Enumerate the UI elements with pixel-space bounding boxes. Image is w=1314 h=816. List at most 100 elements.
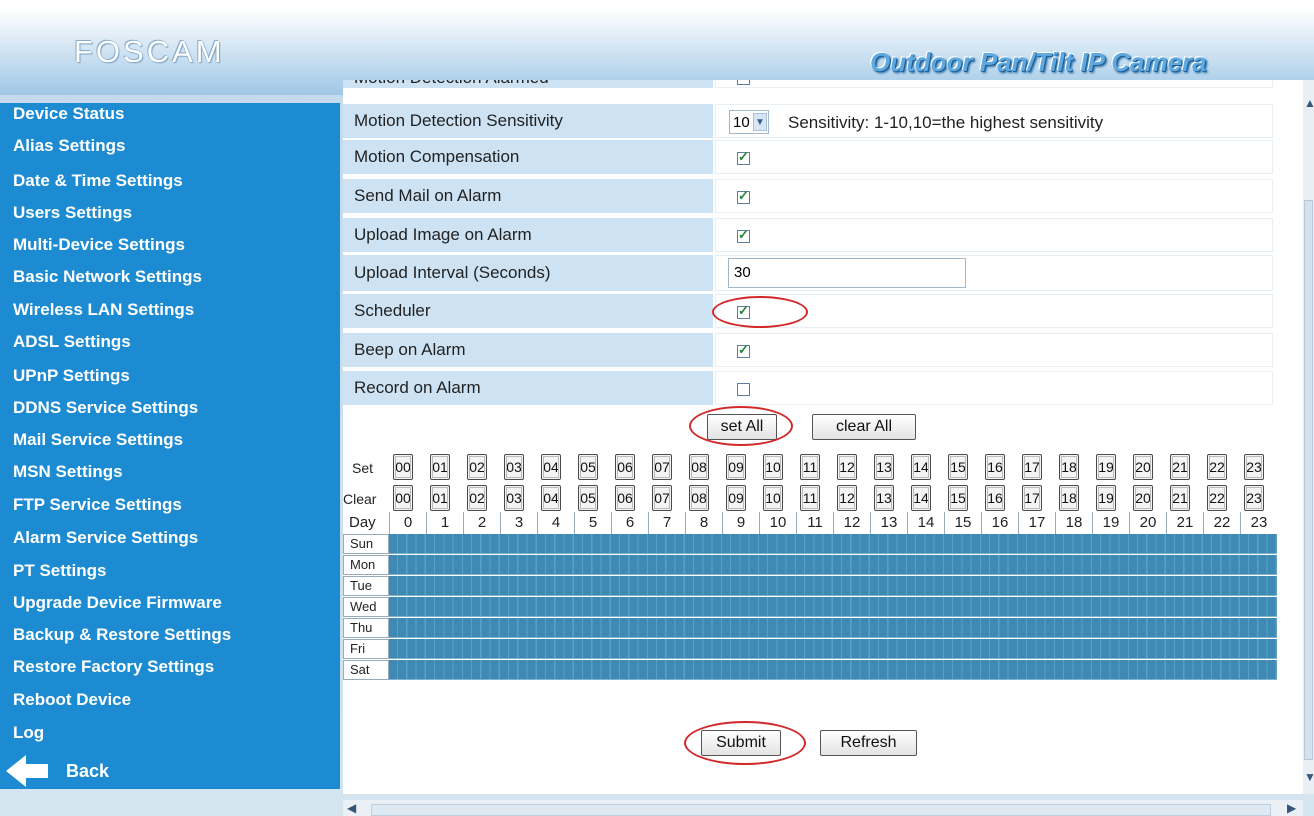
set-hour-button[interactable]: 21 <box>1170 454 1190 480</box>
sidebar-item-basic-network-settings[interactable]: Basic Network Settings <box>0 266 340 297</box>
day-schedule-cells[interactable] <box>389 618 1277 638</box>
clear-hour-button[interactable]: 01 <box>430 485 450 511</box>
clear-hour-button[interactable]: 15 <box>948 485 968 511</box>
set-hour-button[interactable]: 04 <box>541 454 561 480</box>
clear-hour-button[interactable]: 11 <box>800 485 820 511</box>
day-schedule-cells[interactable] <box>389 555 1277 575</box>
vertical-scroll-thumb[interactable] <box>1304 200 1313 760</box>
row-label: Upload Interval (Seconds) <box>343 255 713 291</box>
sidebar-item-restore-factory[interactable]: Restore Factory Settings <box>0 656 340 687</box>
vertical-scrollbar[interactable]: ▲ ▼ <box>1303 80 1314 794</box>
sidebar-item-adsl-settings[interactable]: ADSL Settings <box>0 331 340 362</box>
day-schedule-cells[interactable] <box>389 639 1277 659</box>
set-hour-button[interactable]: 10 <box>763 454 783 480</box>
set-hour-button[interactable]: 03 <box>504 454 524 480</box>
sidebar-item-multi-device-settings[interactable]: Multi-Device Settings <box>0 234 340 265</box>
set-hour-button[interactable]: 15 <box>948 454 968 480</box>
sidebar-item-reboot-device[interactable]: Reboot Device <box>0 689 340 720</box>
checkbox[interactable] <box>737 80 750 85</box>
upload-image-checkbox[interactable] <box>737 227 750 243</box>
scroll-down-icon[interactable]: ▼ <box>1304 770 1314 784</box>
clear-hour-button[interactable]: 03 <box>504 485 524 511</box>
sidebar-item-date-time-settings[interactable]: Date & Time Settings <box>0 170 340 201</box>
back-button[interactable]: Back <box>6 754 109 788</box>
refresh-button[interactable]: Refresh <box>820 730 917 756</box>
clear-hour-button[interactable]: 17 <box>1022 485 1042 511</box>
sensitivity-select[interactable]: 10 ▼ <box>729 110 769 134</box>
set-hour-button[interactable]: 22 <box>1207 454 1227 480</box>
set-hour-button[interactable]: 05 <box>578 454 598 480</box>
hour-header-cell: 0 <box>389 512 426 534</box>
scroll-up-icon[interactable]: ▲ <box>1304 96 1314 110</box>
set-hour-button[interactable]: 02 <box>467 454 487 480</box>
set-hour-button[interactable]: 17 <box>1022 454 1042 480</box>
horizontal-scroll-thumb[interactable] <box>371 804 1271 816</box>
clear-hour-button[interactable]: 20 <box>1133 485 1153 511</box>
set-hour-button[interactable]: 13 <box>874 454 894 480</box>
set-hour-button[interactable]: 20 <box>1133 454 1153 480</box>
chevron-down-icon[interactable]: ▼ <box>753 113 767 131</box>
sidebar-item-backup-restore[interactable]: Backup & Restore Settings <box>0 624 340 655</box>
scroll-right-icon[interactable]: ▶ <box>1287 801 1296 815</box>
set-hour-button[interactable]: 19 <box>1096 454 1116 480</box>
day-label: Mon <box>343 555 389 575</box>
send-mail-checkbox[interactable] <box>737 188 750 204</box>
motion-compensation-checkbox[interactable] <box>737 149 750 165</box>
set-hour-button[interactable]: 16 <box>985 454 1005 480</box>
clear-hour-button[interactable]: 21 <box>1170 485 1190 511</box>
clear-hour-button[interactable]: 14 <box>911 485 931 511</box>
set-hour-button[interactable]: 01 <box>430 454 450 480</box>
day-schedule-cells[interactable] <box>389 660 1277 680</box>
clear-all-button[interactable]: clear All <box>812 414 916 440</box>
sidebar-item-ddns-service-settings[interactable]: DDNS Service Settings <box>0 397 340 428</box>
day-schedule-cells[interactable] <box>389 576 1277 596</box>
sidebar-item-upgrade-firmware[interactable]: Upgrade Device Firmware <box>0 592 340 623</box>
set-hour-button[interactable]: 12 <box>837 454 857 480</box>
sidebar-item-device-status[interactable]: Device Status <box>0 103 340 134</box>
set-hour-button[interactable]: 06 <box>615 454 635 480</box>
clear-hour-button[interactable]: 13 <box>874 485 894 511</box>
clear-hour-button[interactable]: 18 <box>1059 485 1079 511</box>
upload-interval-input[interactable]: 30 <box>728 258 966 288</box>
clear-hour-button[interactable]: 02 <box>467 485 487 511</box>
sidebar-item-alarm-service-settings[interactable]: Alarm Service Settings <box>0 527 340 558</box>
set-hour-button[interactable]: 00 <box>393 454 413 480</box>
row-value <box>715 333 1273 367</box>
clear-hour-button[interactable]: 10 <box>763 485 783 511</box>
sidebar-item-mail-service-settings[interactable]: Mail Service Settings <box>0 429 340 460</box>
highlight-set-all-ellipse <box>689 406 793 446</box>
sidebar-item-users-settings[interactable]: Users Settings <box>0 202 340 233</box>
clear-hour-button[interactable]: 08 <box>689 485 709 511</box>
sidebar-item-pt-settings[interactable]: PT Settings <box>0 560 340 591</box>
set-hour-button[interactable]: 18 <box>1059 454 1079 480</box>
clear-hour-button[interactable]: 16 <box>985 485 1005 511</box>
clear-hour-button[interactable]: 23 <box>1244 485 1264 511</box>
beep-checkbox[interactable] <box>737 342 750 358</box>
set-hour-button[interactable]: 14 <box>911 454 931 480</box>
set-hour-button[interactable]: 11 <box>800 454 820 480</box>
record-checkbox[interactable] <box>737 383 750 396</box>
set-hour-button[interactable]: 23 <box>1244 454 1264 480</box>
sidebar-item-upnp-settings[interactable]: UPnP Settings <box>0 365 340 396</box>
set-hour-button[interactable]: 08 <box>689 454 709 480</box>
sidebar-item-ftp-service-settings[interactable]: FTP Service Settings <box>0 494 340 525</box>
clear-hour-button[interactable]: 07 <box>652 485 672 511</box>
clear-hour-button[interactable]: 22 <box>1207 485 1227 511</box>
horizontal-scrollbar[interactable]: ◀ ▶ <box>343 800 1303 816</box>
day-schedule-cells[interactable] <box>389 597 1277 617</box>
clear-hour-button[interactable]: 19 <box>1096 485 1116 511</box>
clear-hour-button[interactable]: 04 <box>541 485 561 511</box>
sidebar-item-wireless-lan-settings[interactable]: Wireless LAN Settings <box>0 299 340 330</box>
day-schedule-cells[interactable] <box>389 534 1277 554</box>
clear-hour-button[interactable]: 09 <box>726 485 746 511</box>
sidebar-item-msn-settings[interactable]: MSN Settings <box>0 461 340 492</box>
sidebar-item-alias-settings[interactable]: Alias Settings <box>0 135 340 166</box>
clear-hour-button[interactable]: 00 <box>393 485 413 511</box>
sidebar-item-log[interactable]: Log <box>0 722 340 753</box>
clear-hour-button[interactable]: 06 <box>615 485 635 511</box>
set-hour-button[interactable]: 07 <box>652 454 672 480</box>
scroll-left-icon[interactable]: ◀ <box>347 801 356 815</box>
clear-hour-button[interactable]: 12 <box>837 485 857 511</box>
clear-hour-button[interactable]: 05 <box>578 485 598 511</box>
set-hour-button[interactable]: 09 <box>726 454 746 480</box>
